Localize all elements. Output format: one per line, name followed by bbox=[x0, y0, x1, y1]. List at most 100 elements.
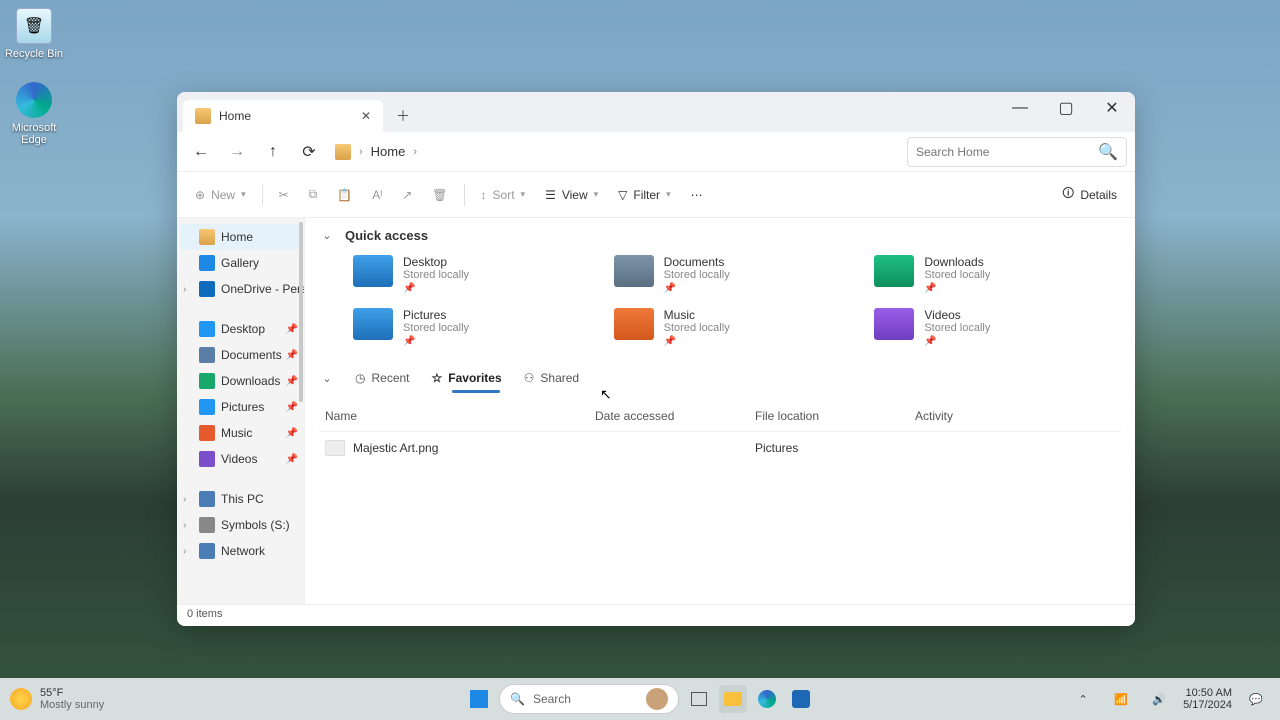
chevron-right-icon[interactable]: › bbox=[183, 284, 186, 295]
share-button[interactable]: ↗ bbox=[394, 179, 420, 211]
view-button[interactable]: ☰View▾ bbox=[537, 179, 606, 211]
weather-cond: Mostly sunny bbox=[40, 699, 104, 711]
chevron-right-icon[interactable]: › bbox=[357, 146, 365, 158]
close-tab-icon[interactable]: ✕ bbox=[359, 109, 373, 123]
sidebar-item-desktop[interactable]: Desktop📌 bbox=[177, 316, 304, 342]
col-location[interactable]: File location bbox=[755, 409, 915, 423]
tab-favorites[interactable]: ☆Favorites bbox=[430, 367, 504, 389]
pin-icon[interactable]: 📌 bbox=[286, 402, 298, 413]
new-tab-button[interactable]: ＋ bbox=[389, 102, 417, 130]
sidebar-item-drive[interactable]: ›Symbols (S:) bbox=[177, 512, 304, 538]
sidebar-item-thispc[interactable]: ›This PC bbox=[177, 486, 304, 512]
close-window-button[interactable]: ✕ bbox=[1089, 92, 1135, 124]
edge-taskbar[interactable] bbox=[753, 685, 781, 713]
folder-music[interactable]: MusicStored locally📌 bbox=[610, 304, 861, 351]
sidebar-item-videos[interactable]: Videos📌 bbox=[177, 446, 304, 472]
file-explorer-window: Home ✕ ＋ — ▢ ✕ ← → ↑ ⟳ › Home › 🔍 ⊕New▾ … bbox=[177, 92, 1135, 626]
minimize-button[interactable]: — bbox=[997, 92, 1043, 124]
folder-documents[interactable]: DocumentsStored locally📌 bbox=[610, 251, 861, 298]
pin-icon[interactable]: 📌 bbox=[286, 376, 298, 387]
pin-icon[interactable]: 📌 bbox=[286, 454, 298, 465]
sidebar-item-music[interactable]: Music📌 bbox=[177, 420, 304, 446]
folder-pictures[interactable]: PicturesStored locally📌 bbox=[349, 304, 600, 351]
scrollbar[interactable] bbox=[299, 222, 303, 402]
status-bar: 0 items bbox=[177, 604, 1135, 626]
documents-icon bbox=[199, 347, 215, 363]
refresh-button[interactable]: ⟳ bbox=[293, 136, 325, 168]
store-taskbar[interactable] bbox=[787, 685, 815, 713]
forward-button[interactable]: → bbox=[221, 136, 253, 168]
search-input[interactable] bbox=[916, 145, 1098, 159]
chevron-down-icon[interactable]: ⌄ bbox=[319, 372, 335, 385]
pin-icon[interactable]: 📌 bbox=[286, 428, 298, 439]
recycle-bin[interactable]: 🗑 Recycle Bin bbox=[4, 8, 64, 60]
search-icon[interactable]: 🔍 bbox=[1098, 142, 1118, 162]
chevron-right-icon[interactable]: › bbox=[183, 494, 186, 505]
search-icon: 🔍 bbox=[510, 692, 525, 706]
sidebar-item-downloads[interactable]: Downloads📌 bbox=[177, 368, 304, 394]
col-date[interactable]: Date accessed bbox=[595, 409, 755, 423]
task-view-button[interactable] bbox=[685, 685, 713, 713]
edge-shortcut[interactable]: Microsoft Edge bbox=[4, 82, 64, 146]
search-box[interactable]: 🔍 bbox=[907, 137, 1127, 167]
col-activity[interactable]: Activity bbox=[915, 409, 1115, 423]
chevron-right-icon[interactable]: › bbox=[183, 546, 186, 557]
folder-desktop[interactable]: DesktopStored locally📌 bbox=[349, 251, 600, 298]
copy-button[interactable]: ⧉ bbox=[301, 179, 326, 211]
sidebar-item-network[interactable]: ›Network bbox=[177, 538, 304, 564]
wifi-icon[interactable]: 📶 bbox=[1107, 685, 1135, 713]
chevron-right-icon[interactable]: › bbox=[183, 520, 186, 531]
delete-button[interactable]: 🗑 bbox=[424, 179, 455, 211]
tab-recent[interactable]: ◷Recent bbox=[353, 367, 412, 389]
pin-icon[interactable]: 📌 bbox=[286, 350, 298, 361]
tab-shared[interactable]: ⚇Shared bbox=[522, 367, 581, 389]
new-button[interactable]: ⊕New▾ bbox=[187, 179, 254, 211]
sidebar-item-gallery[interactable]: Gallery bbox=[177, 250, 304, 276]
chevron-right-icon[interactable]: › bbox=[411, 146, 419, 158]
back-button[interactable]: ← bbox=[185, 136, 217, 168]
col-name[interactable]: Name bbox=[325, 409, 595, 423]
details-button[interactable]: 🛈Details bbox=[1054, 179, 1125, 211]
filter-button[interactable]: ▽Filter▾ bbox=[610, 179, 678, 211]
sidebar-item-pictures[interactable]: Pictures📌 bbox=[177, 394, 304, 420]
volume-icon[interactable]: 🔊 bbox=[1145, 685, 1173, 713]
downloads-icon bbox=[199, 373, 215, 389]
cut-button[interactable]: ✂ bbox=[271, 179, 297, 211]
tray-overflow[interactable]: ⌃ bbox=[1069, 685, 1097, 713]
taskview-icon bbox=[691, 692, 707, 706]
window-body: Home Gallery ›OneDrive - Persc Desktop📌 … bbox=[177, 218, 1135, 604]
desktop-icons: 🗑 Recycle Bin Microsoft Edge bbox=[4, 8, 64, 146]
taskbar: 55°F Mostly sunny 🔍Search ⌃ 📶 🔊 10:50 AM… bbox=[0, 678, 1280, 720]
up-button[interactable]: ↑ bbox=[257, 136, 289, 168]
file-explorer-taskbar[interactable] bbox=[719, 685, 747, 713]
table-row[interactable]: Majestic Art.png Pictures bbox=[319, 432, 1121, 464]
window-tab[interactable]: Home ✕ bbox=[183, 100, 383, 132]
recycle-bin-label: Recycle Bin bbox=[5, 48, 63, 60]
sidebar-item-onedrive[interactable]: ›OneDrive - Persc bbox=[177, 276, 304, 302]
more-button[interactable]: ⋯ bbox=[683, 179, 711, 211]
sort-button[interactable]: ↕Sort▾ bbox=[473, 179, 534, 211]
toolbar: ⊕New▾ ✂ ⧉ 📋 Aᴵ ↗ 🗑 ↕Sort▾ ☰View▾ ▽Filter… bbox=[177, 172, 1135, 218]
desktop-icon bbox=[199, 321, 215, 337]
view-icon: ☰ bbox=[545, 188, 556, 202]
weather-widget[interactable]: 55°F Mostly sunny bbox=[10, 687, 104, 711]
folder-videos[interactable]: VideosStored locally📌 bbox=[870, 304, 1121, 351]
taskbar-search[interactable]: 🔍Search bbox=[499, 684, 679, 714]
folder-downloads[interactable]: DownloadsStored locally📌 bbox=[870, 251, 1121, 298]
chevron-down-icon[interactable]: ⌄ bbox=[319, 229, 335, 242]
paste-button[interactable]: 📋 bbox=[329, 179, 360, 211]
home-icon bbox=[199, 229, 215, 245]
sidebar-item-documents[interactable]: Documents📌 bbox=[177, 342, 304, 368]
sidebar-item-home[interactable]: Home bbox=[180, 224, 301, 250]
column-headers[interactable]: Name Date accessed File location Activit… bbox=[319, 395, 1121, 432]
rename-button[interactable]: Aᴵ bbox=[364, 179, 390, 211]
maximize-button[interactable]: ▢ bbox=[1043, 92, 1089, 124]
rename-icon: Aᴵ bbox=[372, 188, 382, 202]
section-title: Quick access bbox=[345, 228, 428, 243]
folder-icon bbox=[724, 692, 742, 706]
start-button[interactable] bbox=[465, 685, 493, 713]
notifications-button[interactable]: 💬 bbox=[1242, 685, 1270, 713]
clock[interactable]: 10:50 AM 5/17/2024 bbox=[1183, 687, 1232, 711]
breadcrumb[interactable]: › Home › bbox=[335, 144, 903, 160]
pin-icon[interactable]: 📌 bbox=[286, 324, 298, 335]
